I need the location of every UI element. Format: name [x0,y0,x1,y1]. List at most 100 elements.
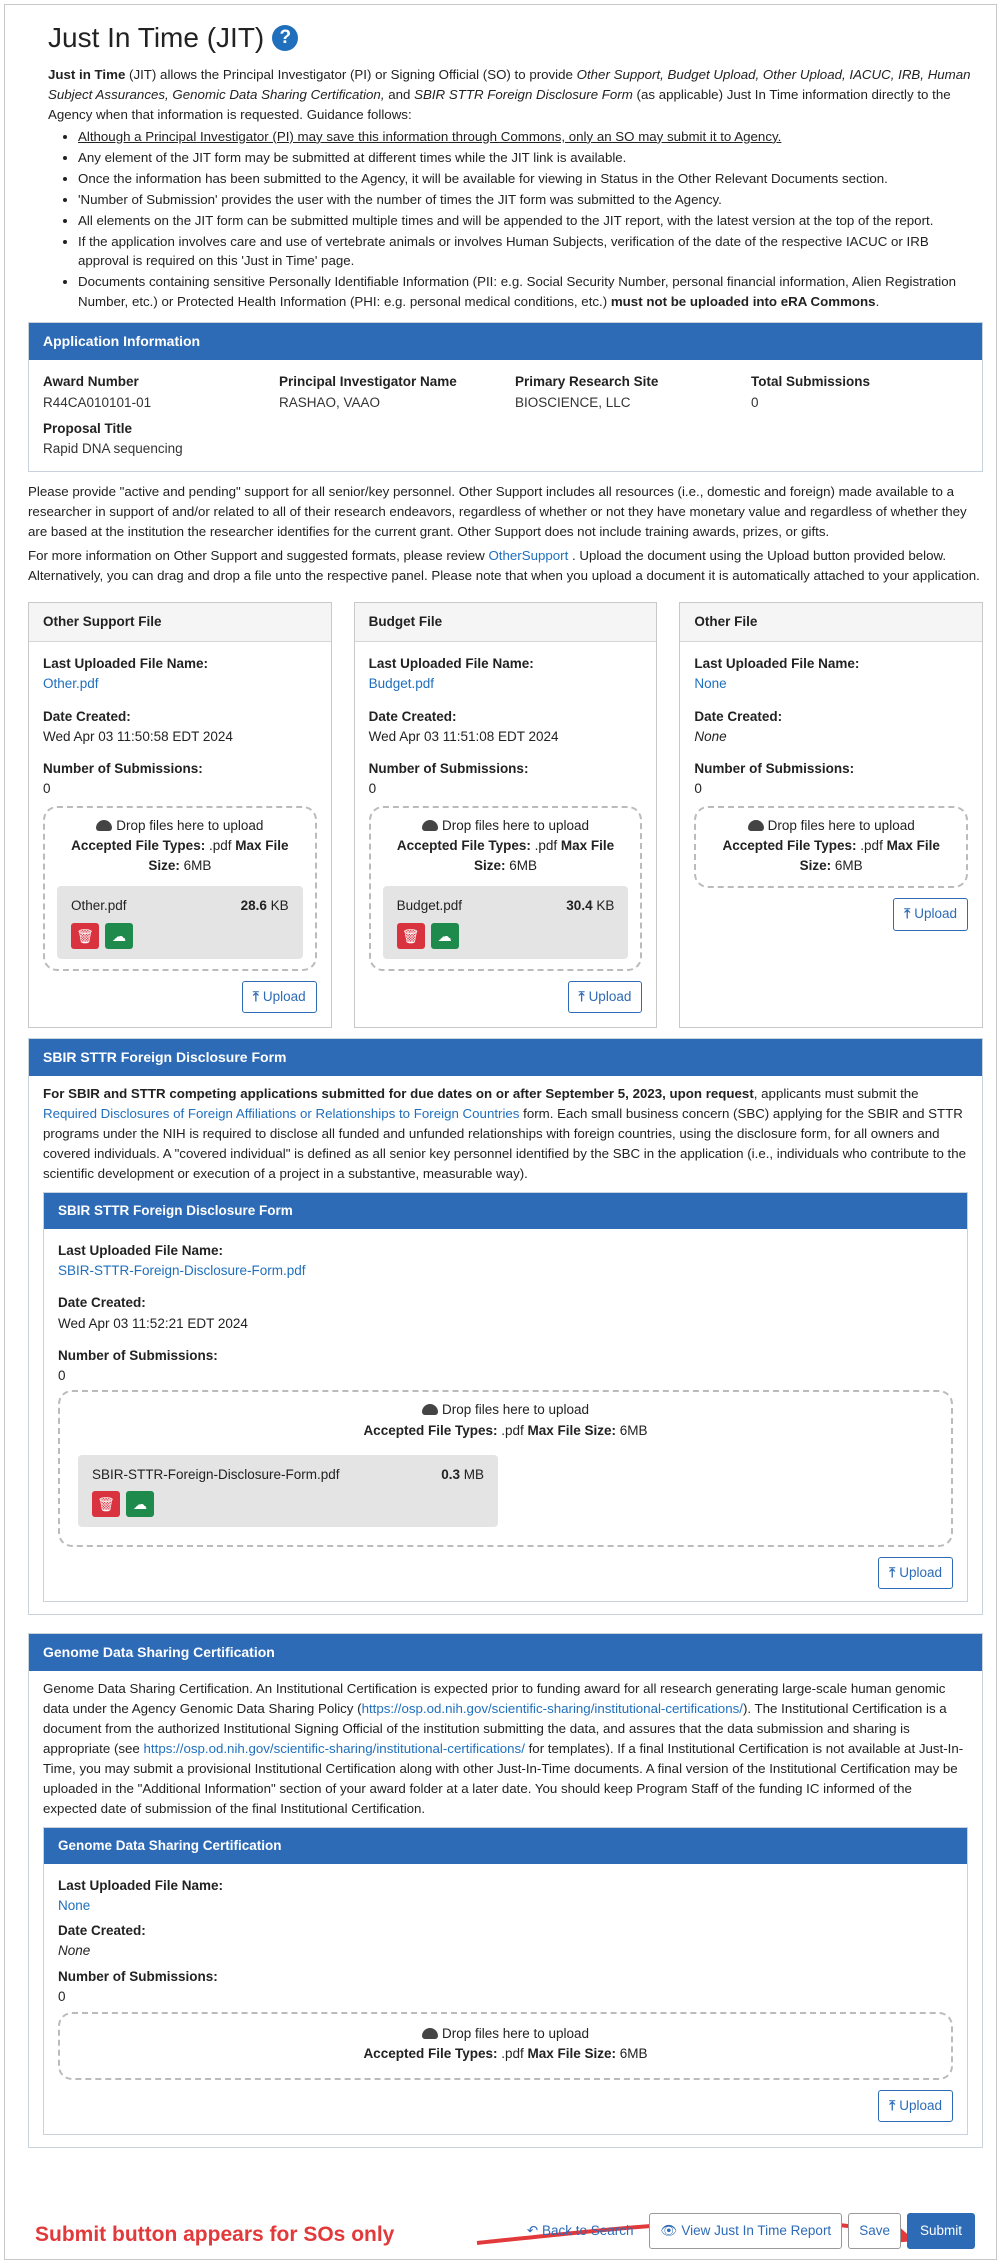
budget-card: Budget File Last Uploaded File Name: Bud… [353,601,658,1028]
accepted-label: Accepted File Types: [722,837,857,853]
drop-zone[interactable]: Drop files here to upload Accepted File … [58,1390,953,1548]
attached-file-unit: KB [592,898,615,914]
date-created-value: None [58,1942,91,1958]
accepted-types: Accepted File Types: .pdf Max File Size:… [78,2044,933,2064]
accepted-value: .pdf [497,1422,528,1438]
gds-sub-header: Genome Data Sharing Certification [44,1827,967,1865]
guidance-item: All elements on the JIT form can be subm… [78,211,978,231]
uploaded-file-link[interactable]: SBIR-STTR-Foreign-Disclosure-Form.pdf [58,1263,306,1278]
attached-file: Other.pdf 28.6 KB 🗑 ☁ [57,886,303,959]
drop-zone[interactable]: Drop files here to upload Accepted File … [58,2011,953,2081]
accepted-value: .pdf [530,837,561,853]
upload-icon: ⤒ [904,906,911,922]
gds-link-1[interactable]: https://osp.od.nih.gov/scientific-sharin… [362,1701,743,1716]
help-icon[interactable]: ? [272,25,299,51]
cloud-upload-icon [747,819,764,831]
uploaded-file-link[interactable]: None [58,1898,90,1913]
date-created-value: Wed Apr 03 11:52:21 EDT 2024 [58,1315,248,1331]
guidance-item: Any element of the JIT form may be submi… [78,148,978,168]
upload-button[interactable]: ⤒ Upload [241,980,317,1013]
submit-button[interactable]: Submit [906,2213,975,2250]
max-size-value: 6MB [831,858,863,874]
card-title: Other Support File [29,602,331,643]
date-created-label: Date Created: [694,708,783,724]
num-submissions-value: 0 [58,1368,66,1384]
attached-file-size: 0.3 [441,1466,460,1482]
uploaded-file-link[interactable]: Budget.pdf [369,676,434,691]
date-created-value: Wed Apr 03 11:51:08 EDT 2024 [368,728,559,744]
max-size-value: 6MB [179,858,212,874]
num-submissions-value: 0 [694,781,702,797]
cloud-download-button[interactable]: ☁ [430,922,459,949]
sbir-body: For SBIR and STTR competing applications… [29,1076,982,1614]
date-created-value: Wed Apr 03 11:50:58 EDT 2024 [43,728,233,744]
card-title: Budget File [354,602,657,643]
upload-icon: ⤒ [578,988,585,1004]
eye-icon: 👁 [660,2223,682,2238]
accepted-value: .pdf [497,2045,528,2061]
total-submissions-label: Total Submissions [751,374,871,390]
upload-button[interactable]: ⤒ Upload [893,898,969,931]
card-body: Last Uploaded File Name: Other.pdf Date … [29,642,331,1027]
sbir-sub-header: SBIR STTR Foreign Disclosure Form [44,1192,967,1229]
upload-button[interactable]: ⤒ Upload [878,1557,953,1590]
sbir-header: SBIR STTR Foreign Disclosure Form [29,1038,982,1076]
attached-file-size: 30.4 [566,898,593,914]
drop-zone[interactable]: Drop files here to upload Accepted File … [694,805,969,889]
cloud-download-button[interactable]: ☁ [126,1491,154,1518]
num-submissions-value: 0 [368,781,377,797]
proposal-title-label: Proposal Title [43,420,133,436]
back-to-search-button[interactable]: ↶ Back to Search [517,2213,644,2249]
attached-file-name: SBIR-STTR-Foreign-Disclosure-Form.pdf [92,1466,340,1482]
other-support-description: Please provide "active and pending" supp… [28,484,967,540]
attached-file-unit: MB [459,1466,484,1482]
num-submissions-label: Number of Submissions: [58,1347,218,1363]
page-heading: Just In Time (JIT) ? [48,17,983,59]
foreign-disclosure-link[interactable]: Required Disclosures of Foreign Affiliat… [43,1106,519,1121]
total-submissions-value: 0 [751,394,759,410]
uploaded-file-link[interactable]: Other.pdf [43,676,99,691]
gds-link-2[interactable]: https://osp.od.nih.gov/scientific-sharin… [144,1741,525,1756]
drop-zone[interactable]: Drop files here to upload Accepted File … [43,805,317,971]
cloud-upload-icon [421,1404,438,1416]
date-created-label: Date Created: [368,708,457,724]
accepted-types: Accepted File Types: .pdf Max File Size:… [383,836,629,877]
guidance-item: 'Number of Submission' provides the user… [78,190,978,210]
upload-button[interactable]: ⤒ Upload [567,980,643,1013]
sbir-intro-mid: , applicants must submit the [753,1085,919,1101]
max-size-label: Max File Size: [527,1422,617,1438]
accepted-types: Accepted File Types: .pdf Max File Size:… [708,836,954,877]
application-info-header: Application Information [29,323,982,361]
date-created-label: Date Created: [58,1922,146,1938]
cloud-download-button[interactable]: ☁ [105,922,133,949]
upload-label: Upload [262,988,306,1004]
delete-button[interactable]: 🗑 [71,922,99,949]
instructions-pre: For more information on Other Support an… [28,548,489,564]
accepted-label: Accepted File Types: [363,1422,498,1438]
upload-icon: ⤒ [252,988,259,1004]
gds-sub-body: Last Uploaded File Name: None Date Creat… [44,1864,967,2134]
delete-button[interactable]: 🗑 [396,922,425,949]
save-button[interactable]: Save [848,2213,901,2250]
other-support-link[interactable]: OtherSupport [488,548,568,563]
max-size-value: 6MB [505,858,538,874]
view-jit-report-button[interactable]: 👁 View Just In Time Report [649,2213,843,2250]
accepted-types: Accepted File Types: .pdf Max File Size:… [57,836,303,877]
upload-button[interactable]: ⤒ Upload [878,2090,953,2123]
attached-file-name: Budget.pdf [396,898,462,914]
max-size-value: 6MB [616,1422,648,1438]
delete-button[interactable]: 🗑 [92,1491,120,1518]
view-label: View Just In Time Report [681,2223,832,2238]
attached-file-size: 28.6 [240,898,267,914]
uploaded-file-link[interactable]: None [694,676,726,691]
cloud-upload-icon [421,2027,438,2039]
proposal-title-field: Proposal Title Rapid DNA sequencing [43,419,279,460]
sbir-sub-panel: SBIR STTR Foreign Disclosure Form Last U… [43,1191,968,1603]
upload-icon: ⤒ [889,1565,896,1581]
drop-zone[interactable]: Drop files here to upload Accepted File … [368,805,643,971]
last-uploaded-label: Last Uploaded File Name: [58,1242,224,1258]
total-submissions-field: Total Submissions 0 [751,372,987,413]
intro-lead-italic2: SBIR STTR Foreign Disclosure Form [414,86,633,102]
upload-label: Upload [899,2098,942,2114]
card-body: Last Uploaded File Name: Budget.pdf Date… [355,642,657,1027]
